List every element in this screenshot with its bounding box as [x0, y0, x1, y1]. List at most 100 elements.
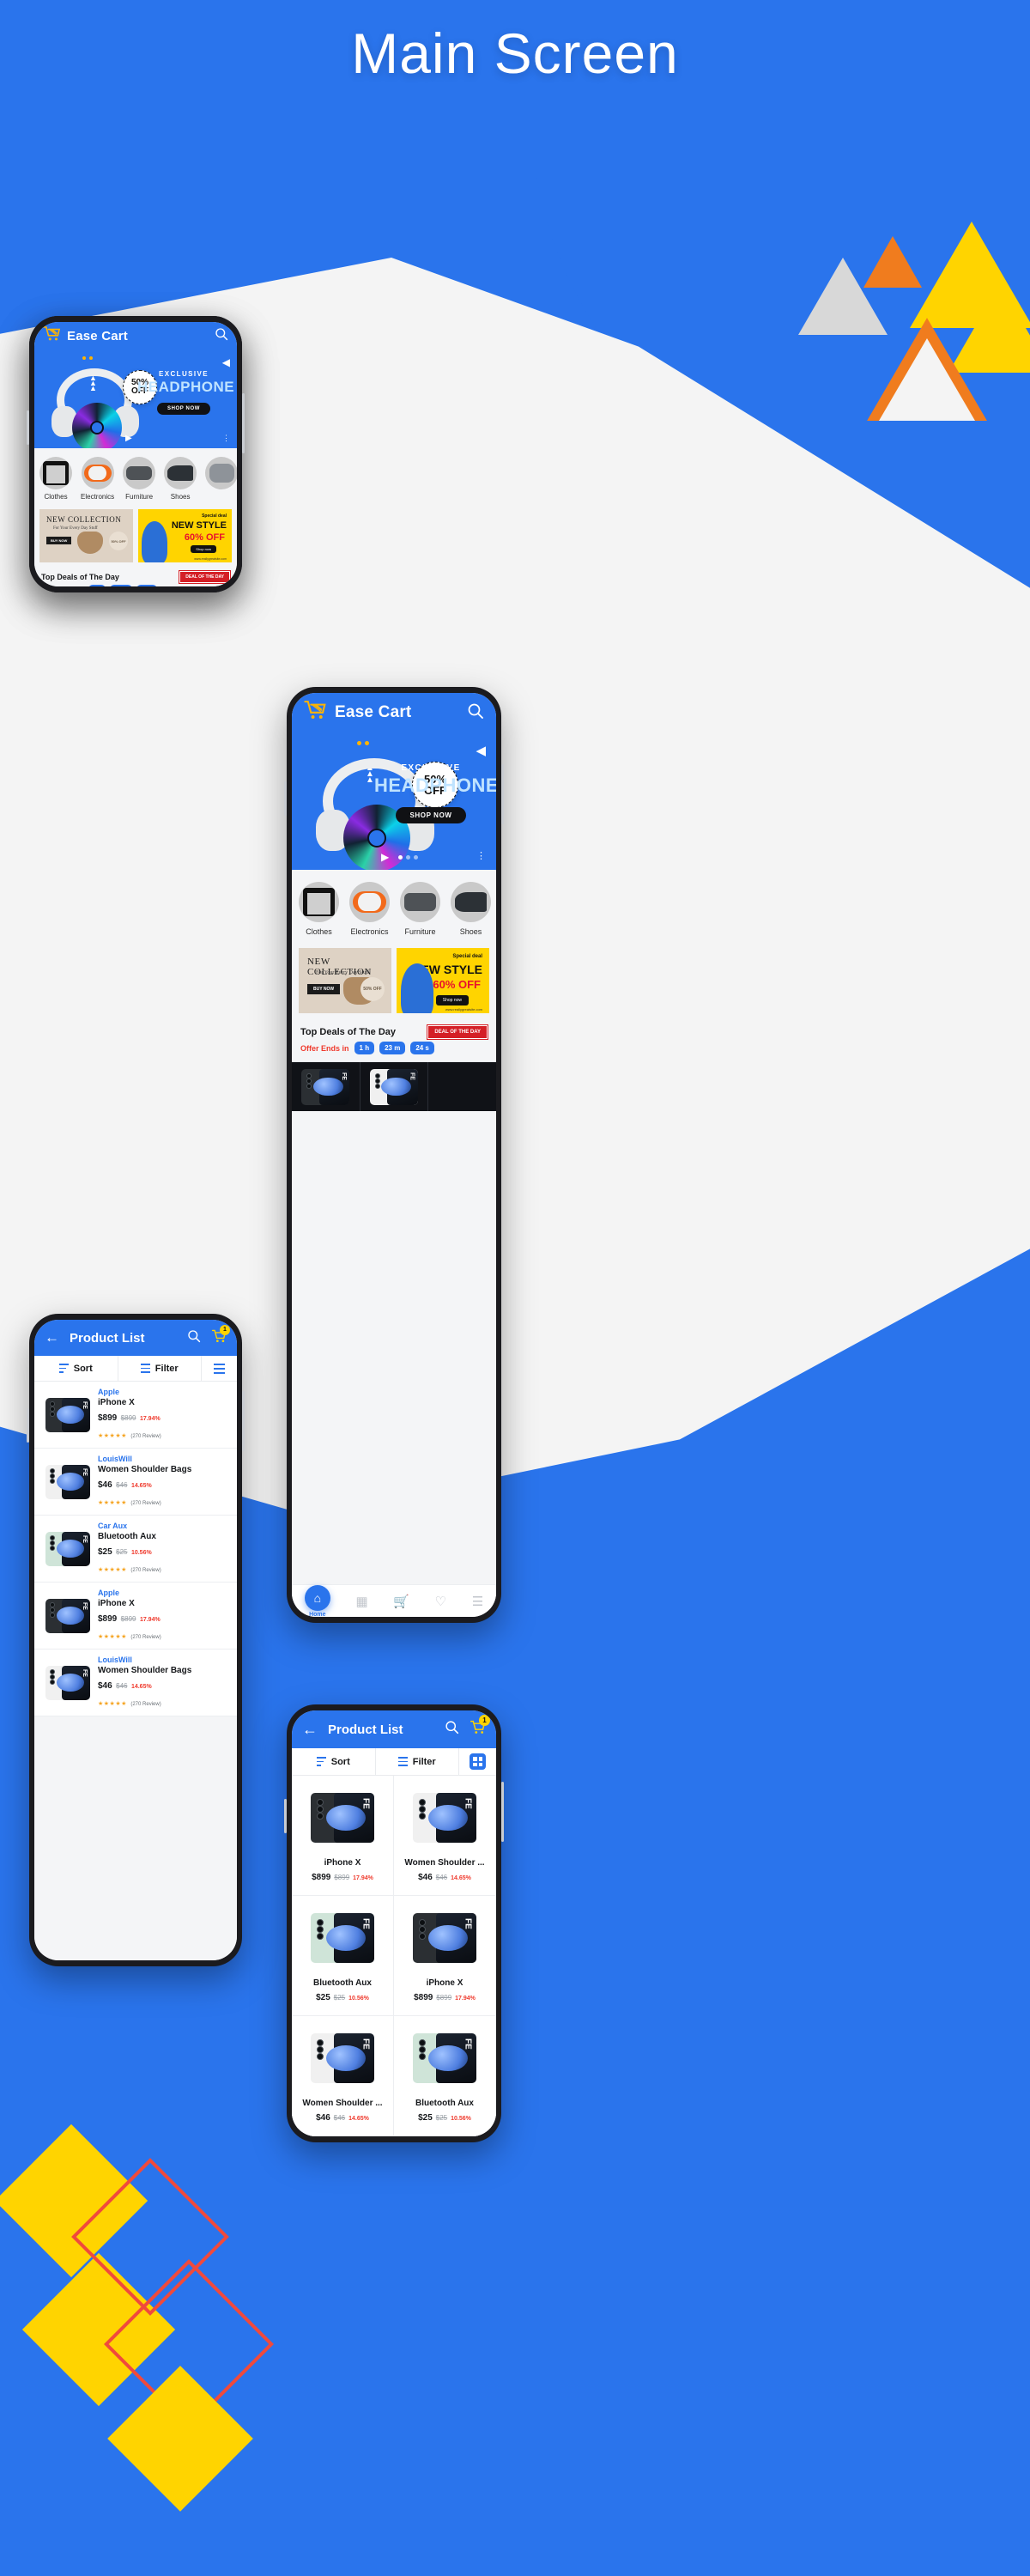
product-list-item[interactable]: FE Apple iPhone X $899 $899 17.94% ★★★★★… [34, 1583, 237, 1649]
product-rating-row: ★★★★★ (270 Review) [98, 1426, 228, 1442]
product-old-price: $899 [120, 1615, 136, 1623]
review-count: (270 Review) [130, 1635, 161, 1640]
product-list-item[interactable]: FE LouisWill Women Shoulder Bags $46 $46… [34, 1449, 237, 1516]
more-dots-icon[interactable]: ⋮ [222, 434, 230, 442]
product-name: Women Shoulder ... [404, 1858, 485, 1868]
grid-toolbar[interactable]: Sort Filter [292, 1748, 496, 1776]
product-grid-item[interactable]: FE Bluetooth Aux $25 $25 10.56% [292, 1896, 394, 2016]
product-rating-row: ★★★★★ (270 Review) [98, 1694, 228, 1710]
model-illustration [142, 521, 167, 562]
play-icon[interactable]: ▶ [125, 434, 132, 443]
promo-new-collection[interactable]: NEW COLLECTION For Your Every Day Stuff … [299, 948, 391, 1013]
category-item-shoes[interactable]: Shoes [164, 457, 197, 501]
promo-shop-now-button[interactable]: Shop now [435, 995, 469, 1005]
nav-item-home[interactable]: ⌂ [304, 1584, 330, 1611]
category-row[interactable]: Clothes Electronics Furniture Shoes [34, 448, 237, 506]
product-list-header: ← Product List 1 [34, 1320, 237, 1356]
chevron-left-icon[interactable]: ◀ [222, 356, 230, 368]
product-info: Apple iPhone X $899 $899 17.94% ★★★★★ (2… [93, 1589, 228, 1643]
view-toggle-button[interactable] [202, 1356, 237, 1381]
deal-cards[interactable]: FE FE [292, 1061, 496, 1111]
tshirt-icon [39, 457, 72, 489]
hero-banner[interactable]: ▲▲▲ ✦ 50% OFF EXCLUSIVE HEADPHONE SHOP N… [292, 732, 496, 870]
timer-seconds: 24 s [410, 1042, 434, 1054]
category-item-furniture[interactable]: Furniture [400, 882, 440, 936]
category-item-clothes[interactable]: Clothes [39, 457, 72, 501]
promo-new-collection[interactable]: NEW COLLECTION For Your Every Day Stuff … [39, 509, 133, 562]
search-icon[interactable] [215, 327, 228, 345]
product-list-item[interactable]: FE Car Aux Bluetooth Aux $25 $25 10.56% … [34, 1516, 237, 1583]
nav-item-grid[interactable]: ▦ [355, 1594, 367, 1609]
sort-button[interactable]: Sort [34, 1356, 118, 1381]
search-icon[interactable] [445, 1720, 459, 1739]
nav-item-wishlist[interactable]: ♡ [435, 1594, 446, 1609]
bottom-navigation[interactable]: ⌂ Home ▦ 🛒 ♡ ☰ [292, 1584, 496, 1617]
nav-item-cart[interactable]: 🛒 [393, 1594, 409, 1609]
promo-buy-now-button[interactable]: BUY NOW [46, 537, 72, 544]
deal-card[interactable]: FE [360, 1062, 429, 1111]
timer-seconds: 46 s [136, 585, 157, 586]
filter-button[interactable]: Filter [376, 1748, 459, 1775]
promo-new-style[interactable]: Special deal NEW STYLE 60% OFF Shop now … [138, 509, 232, 562]
hero-pagination-dots[interactable] [398, 855, 418, 860]
chevron-left-icon[interactable]: ◀ [476, 743, 486, 758]
shop-now-button[interactable]: SHOP NOW [156, 403, 211, 415]
hero-banner[interactable]: ▲▲▲ ✦ 50% OFF EXCLUSIVE HEADPHONE SHOP N… [34, 349, 237, 448]
product-name: Bluetooth Aux [415, 2099, 474, 2108]
product-grid-item[interactable]: FE Bluetooth Aux $25 $25 10.56% [394, 2016, 496, 2136]
category-item-more[interactable] [205, 457, 237, 501]
category-item-furniture[interactable]: Furniture [123, 457, 156, 501]
app-header: Ease Cart [34, 322, 237, 349]
search-icon[interactable] [187, 1329, 201, 1347]
view-toggle-button[interactable] [459, 1748, 496, 1775]
product-discount: 10.56% [130, 1550, 152, 1556]
list-toolbar[interactable]: Sort Filter [34, 1356, 237, 1382]
promo-shop-now-button[interactable]: Shop now [191, 545, 216, 553]
search-icon[interactable] [467, 702, 484, 724]
phone-1-screen: Ease Cart ▲▲▲ ✦ 50% [34, 322, 237, 586]
product-image: FE [413, 1793, 476, 1843]
product-price: $899 [414, 1993, 433, 2002]
product-brand: LouisWill [98, 1656, 132, 1664]
hero-kicker: EXCLUSIVE [401, 763, 461, 773]
hero-copy: EXCLUSIVE HEADPHONE SHOP NOW [374, 763, 496, 823]
product-brand: Apple [98, 1589, 120, 1597]
rating-stars: ★★★★★ [98, 1567, 127, 1573]
hero-title: HEADPHONE [374, 775, 496, 796]
category-item-electronics[interactable]: Electronics [81, 457, 114, 501]
sort-button[interactable]: Sort [292, 1748, 376, 1775]
promo-new-style[interactable]: Special deal NEW STYLE 60% OFF Shop now … [397, 948, 489, 1013]
product-list[interactable]: FE Apple iPhone X $899 $899 17.94% ★★★★★… [34, 1382, 237, 1960]
arrow-left-icon[interactable]: ← [302, 1721, 318, 1739]
product-grid-item[interactable]: FE Women Shoulder ... $46 $46 14.65% [394, 1776, 496, 1896]
arrow-left-icon[interactable]: ← [45, 1329, 59, 1346]
deal-card[interactable] [428, 1062, 496, 1111]
cart-icon[interactable]: 1 [211, 1324, 230, 1348]
filter-button[interactable]: Filter [118, 1356, 202, 1381]
category-item-clothes[interactable]: Clothes [299, 882, 339, 936]
category-label: Electronics [81, 493, 115, 501]
cart-icon[interactable]: 1 [470, 1715, 490, 1740]
handbag-illustration [77, 532, 103, 554]
product-grid-item[interactable]: FE iPhone X $899 $899 17.94% [292, 1776, 394, 1896]
yellow-square-3 [107, 2366, 253, 2512]
product-discount: 10.56% [348, 1996, 369, 2002]
promo-buy-now-button[interactable]: BUY NOW [307, 984, 341, 994]
product-list-item[interactable]: FE Apple iPhone X $899 $899 17.94% ★★★★★… [34, 1382, 237, 1449]
shop-now-button[interactable]: SHOP NOW [396, 807, 466, 823]
product-grid-item[interactable]: FE iPhone X $899 $899 17.94% [394, 1896, 496, 2016]
product-old-price: $899 [120, 1414, 136, 1422]
phone-side-button [284, 1799, 287, 1833]
more-dots-icon[interactable]: ⋮ [476, 852, 486, 861]
play-icon[interactable]: ▶ [381, 851, 389, 863]
product-grid-item[interactable]: FE Women Shoulder ... $46 $46 14.65% [292, 2016, 394, 2136]
phone-2-main: Ease Cart ▲▲▲ ✦ 50% OFF [284, 687, 504, 1623]
category-item-shoes[interactable]: Shoes [451, 882, 491, 936]
nav-item-menu[interactable]: ☰ [472, 1594, 483, 1609]
product-list-item[interactable]: FE LouisWill Women Shoulder Bags $46 $46… [34, 1649, 237, 1716]
product-thumbnail: FE [311, 2026, 374, 2090]
product-grid[interactable]: FE iPhone X $899 $899 17.94% FE Women Sh… [292, 1776, 496, 2136]
category-row[interactable]: Clothes Electronics Furniture Shoes [292, 870, 496, 943]
deal-card[interactable]: FE [292, 1062, 360, 1111]
category-item-electronics[interactable]: Electronics [349, 882, 390, 936]
